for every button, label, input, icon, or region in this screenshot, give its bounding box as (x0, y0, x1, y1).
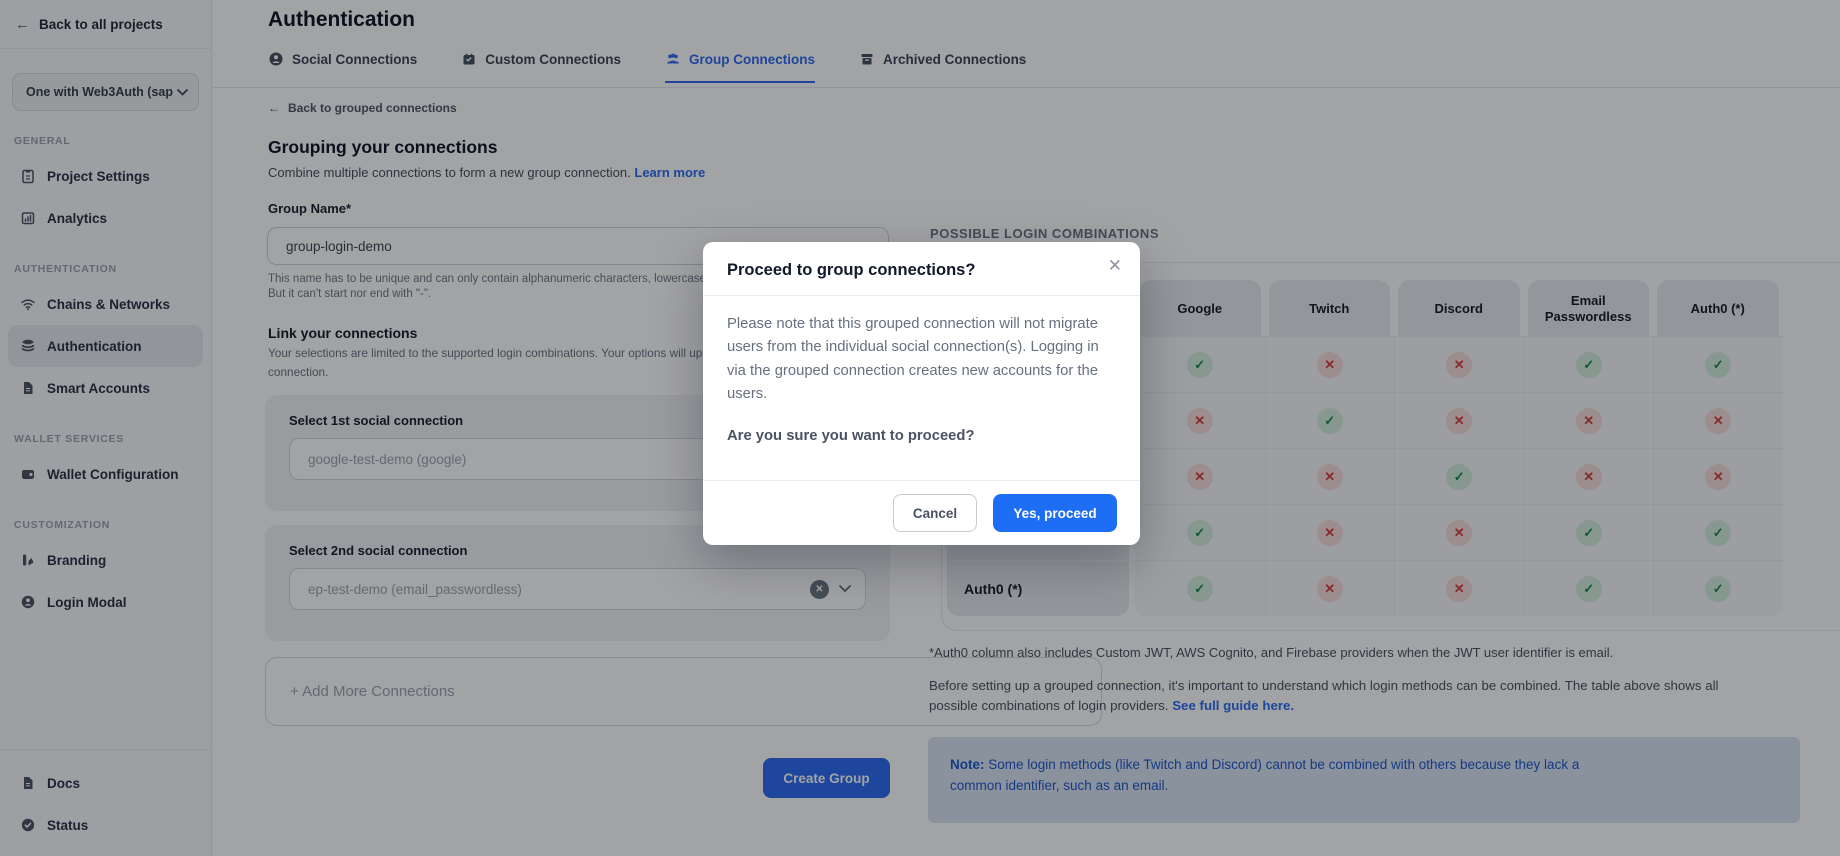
yes-proceed-button[interactable]: Yes, proceed (993, 494, 1117, 532)
modal-title: Proceed to group connections? (727, 261, 1116, 280)
cancel-button[interactable]: Cancel (893, 494, 977, 532)
modal-body: Please note that this grouped connection… (703, 296, 1140, 480)
modal-message: Please note that this grouped connection… (727, 313, 1116, 407)
modal-question: Are you sure you want to proceed? (727, 428, 1116, 444)
proceed-modal: Proceed to group connections? ✕ Please n… (703, 242, 1140, 545)
modal-footer: Cancel Yes, proceed (703, 480, 1140, 545)
close-icon[interactable]: ✕ (1104, 252, 1126, 280)
modal-header: Proceed to group connections? ✕ (703, 242, 1140, 296)
